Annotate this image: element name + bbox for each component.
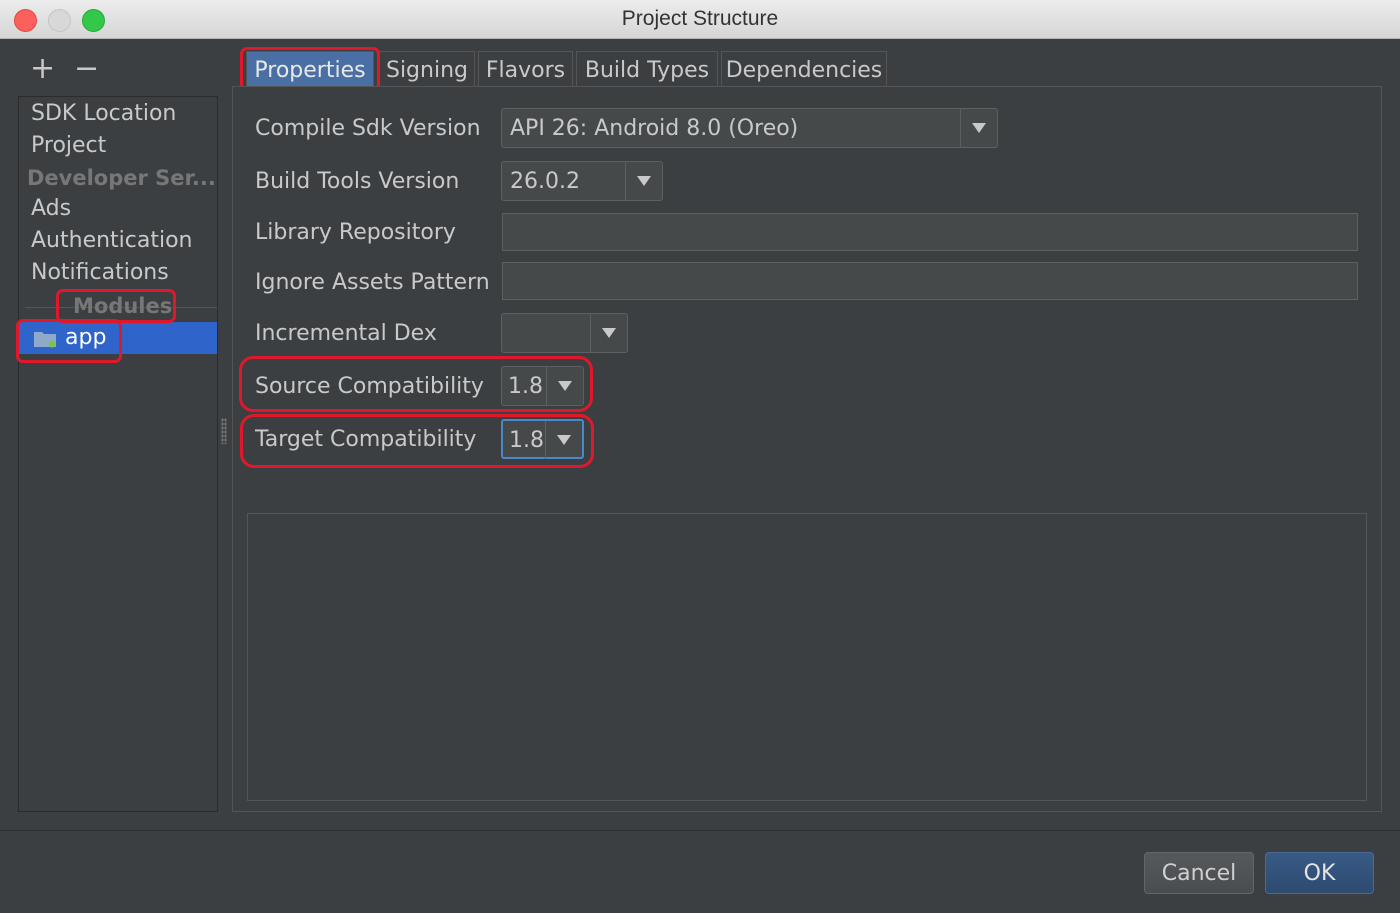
tab-flavors[interactable]: Flavors [478, 51, 573, 87]
highlight-target-compat [240, 414, 594, 468]
sidebar-item-project[interactable]: Project [31, 131, 106, 161]
ignore-assets-label: Ignore Assets Pattern [255, 270, 490, 295]
build-tools-value: 26.0.2 [510, 169, 580, 194]
chevron-down-icon[interactable] [590, 314, 627, 352]
window-title: Project Structure [621, 7, 779, 30]
chevron-down-icon[interactable] [960, 109, 997, 147]
incremental-dex-dropdown[interactable] [501, 313, 628, 353]
tab-dependencies[interactable]: Dependencies [721, 51, 887, 87]
details-area [247, 513, 1367, 801]
compile-sdk-label: Compile Sdk Version [255, 116, 481, 141]
footer-separator [0, 830, 1400, 831]
sidebar-item-sdk-location[interactable]: SDK Location [31, 99, 176, 129]
splitter-handle[interactable] [221, 418, 227, 444]
sidebar: SDK Location Project Developer Ser... Ad… [18, 96, 218, 812]
remove-icon[interactable]: − [74, 54, 99, 84]
incremental-dex-label: Incremental Dex [255, 321, 437, 346]
build-tools-dropdown[interactable]: 26.0.2 [501, 161, 663, 201]
sidebar-item-authentication[interactable]: Authentication [31, 226, 193, 256]
build-tools-label: Build Tools Version [255, 169, 460, 194]
tab-signing[interactable]: Signing [379, 51, 475, 87]
library-repository-label: Library Repository [255, 220, 456, 245]
library-repository-input[interactable] [502, 213, 1358, 251]
add-icon[interactable]: + [30, 54, 55, 84]
title-bar: Project Structure [0, 0, 1400, 39]
sidebar-item-ads[interactable]: Ads [31, 194, 71, 224]
chevron-down-icon[interactable] [625, 162, 662, 200]
ignore-assets-input[interactable] [502, 262, 1358, 300]
highlight-modules [56, 289, 176, 323]
cancel-button[interactable]: Cancel [1144, 852, 1254, 894]
compile-sdk-value: API 26: Android 8.0 (Oreo) [510, 116, 799, 141]
tab-build-types[interactable]: Build Types [576, 51, 718, 87]
highlight-app [16, 319, 122, 363]
sidebar-header-developer-services: Developer Ser... [27, 166, 216, 190]
highlight-source-compat [239, 356, 593, 412]
compile-sdk-dropdown[interactable]: API 26: Android 8.0 (Oreo) [501, 108, 998, 148]
sidebar-item-notifications[interactable]: Notifications [31, 258, 169, 288]
highlight-properties-tab [240, 47, 380, 91]
ok-button[interactable]: OK [1265, 852, 1374, 894]
